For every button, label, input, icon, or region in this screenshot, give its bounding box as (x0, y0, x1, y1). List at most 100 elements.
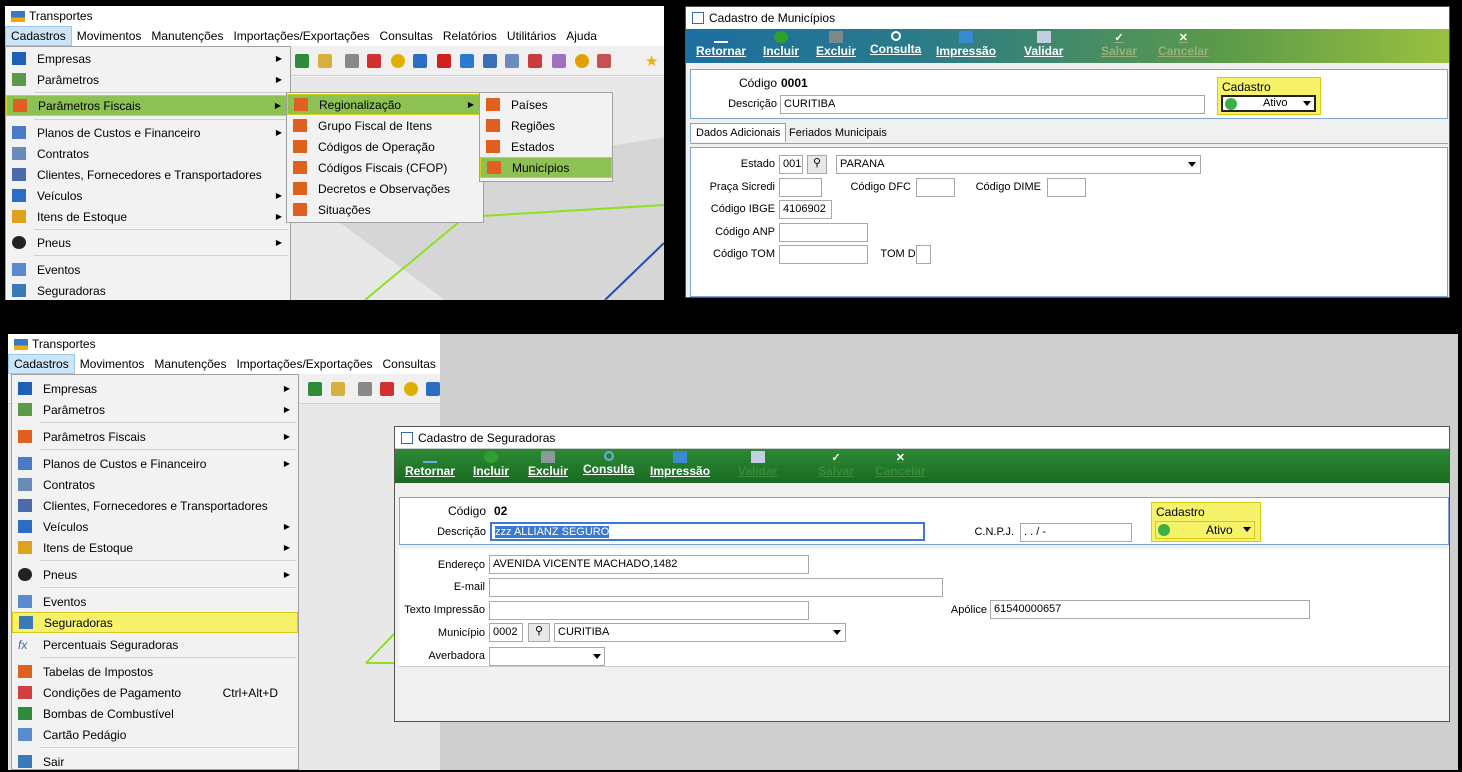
menu-manutencoes[interactable]: Manutenções (146, 27, 228, 45)
menu-item-clientes[interactable]: Clientes, Fornecedores e Transportadores (6, 164, 290, 185)
consulta-button[interactable]: Consulta (583, 451, 634, 476)
menu-consultas[interactable]: Consultas (378, 355, 440, 373)
submenu-item-cfop[interactable]: Códigos Fiscais (CFOP) (287, 157, 483, 178)
cancelar-button[interactable]: ✕ Cancelar (1158, 31, 1209, 58)
praca-input[interactable] (779, 178, 822, 197)
submenu-item-situacoes[interactable]: Situações (287, 199, 483, 220)
menu-utilitarios[interactable]: Utilitários (502, 27, 561, 45)
validar-button[interactable]: Validar (738, 451, 777, 478)
excluir-button[interactable]: Excluir (528, 451, 568, 478)
submenu-item-paises[interactable]: Países (480, 94, 612, 115)
menu-item-seguradoras[interactable]: Seguradoras (6, 280, 290, 300)
menu-consultas[interactable]: Consultas (375, 27, 438, 45)
menu-importacoes[interactable]: Importações/Exportações (231, 355, 377, 373)
menu-item-percentuais-seguradoras[interactable]: fx Percentuais Seguradoras (12, 634, 298, 655)
dime-input[interactable] (1047, 178, 1086, 197)
endereco-input[interactable]: AVENIDA VICENTE MACHADO,1482 (489, 555, 809, 574)
submenu-item-grupo-fiscal[interactable]: Grupo Fiscal de Itens (287, 115, 483, 136)
submenu-item-regionalizacao[interactable]: Regionalização ▶ (287, 94, 483, 115)
import-icon[interactable] (460, 54, 474, 68)
tom-input[interactable] (779, 245, 868, 264)
bus-icon[interactable] (413, 54, 427, 68)
menu-item-clientes[interactable]: Clientes, Fornecedores e Transportadores (12, 495, 298, 516)
tomdv-input[interactable] (916, 245, 931, 264)
menu-cadastros[interactable]: Cadastros (8, 354, 75, 374)
menu-item-tabelas-impostos[interactable]: Tabelas de Impostos (12, 661, 298, 682)
excluir-button[interactable]: Excluir (816, 31, 856, 58)
impressao-button[interactable]: Impressão (650, 451, 710, 478)
municipio-search-button[interactable]: ⚲ (528, 623, 550, 642)
document-icon[interactable] (345, 54, 359, 68)
menu-item-parametros-fiscais[interactable]: Parâmetros Fiscais ▶ (12, 426, 298, 447)
averbadora-select[interactable] (489, 647, 605, 666)
menu-item-pneus[interactable]: Pneus ▶ (6, 232, 290, 253)
calendar-icon[interactable] (528, 54, 542, 68)
road-icon[interactable] (318, 54, 332, 68)
menu-item-parametros[interactable]: Parâmetros ▶ (6, 69, 290, 90)
cnpj-input[interactable]: . . / - (1020, 523, 1132, 542)
email-input[interactable] (489, 578, 943, 597)
estado-search-button[interactable]: ⚲ (807, 155, 827, 174)
menu-item-empresas[interactable]: Empresas ▶ (12, 378, 298, 399)
menu-item-condicoes-pagamento[interactable]: Condições de Pagamento Ctrl+Alt+D (12, 682, 298, 703)
salvar-button[interactable]: ✓ Salvar (818, 451, 854, 478)
status-select[interactable]: Ativo (1155, 521, 1255, 539)
municipio-code-input[interactable]: 0002 (489, 623, 523, 642)
status-select[interactable]: Ativo (1221, 95, 1316, 112)
menu-item-veiculos[interactable]: Veículos ▶ (12, 516, 298, 537)
menu-item-parametros[interactable]: Parâmetros ▶ (12, 399, 298, 420)
cancelar-button[interactable]: ✕ Cancelar (875, 451, 926, 478)
tab-feriados-municipais[interactable]: Feriados Municipais (786, 125, 890, 141)
anp-input[interactable] (779, 223, 868, 242)
ibge-input[interactable]: 4106902 (779, 200, 832, 219)
menu-item-contratos[interactable]: Contratos (12, 474, 298, 495)
retornar-button[interactable]: Retornar (696, 31, 746, 58)
menu-item-sair[interactable]: Sair (12, 751, 298, 770)
menu-manutencoes[interactable]: Manutenções (149, 355, 231, 373)
pump-icon[interactable] (295, 54, 309, 68)
clock-icon[interactable] (391, 54, 405, 68)
menu-item-veiculos[interactable]: Veículos ▶ (6, 185, 290, 206)
pump-icon[interactable] (308, 382, 322, 396)
descricao-input[interactable]: zzz ALLIANZ SEGURO (490, 522, 925, 541)
estado-name-select[interactable]: PARANA (836, 155, 1201, 174)
incluir-button[interactable]: Incluir (473, 451, 509, 478)
menu-ajuda[interactable]: Ajuda (561, 27, 602, 45)
tool-icon[interactable] (367, 54, 381, 68)
apolice-input[interactable]: 61540000657 (990, 600, 1310, 619)
bus-icon[interactable] (426, 382, 440, 396)
menu-item-contratos[interactable]: Contratos (6, 143, 290, 164)
impressao-button[interactable]: Impressão (936, 31, 996, 58)
submenu-item-estados[interactable]: Estados (480, 136, 612, 157)
menu-item-parametros-fiscais[interactable]: Parâmetros Fiscais ▶ (6, 95, 290, 116)
municipio-name-select[interactable]: CURITIBA (554, 623, 846, 642)
menu-item-eventos[interactable]: Eventos (6, 259, 290, 280)
menu-cadastros[interactable]: Cadastros (5, 26, 72, 46)
calc-icon[interactable] (505, 54, 519, 68)
lock-icon[interactable] (575, 54, 589, 68)
submenu-item-regioes[interactable]: Regiões (480, 115, 612, 136)
validar-button[interactable]: Validar (1024, 31, 1063, 58)
favorite-star-icon[interactable]: ★ (645, 52, 658, 70)
menu-item-seguradoras[interactable]: Seguradoras (12, 612, 298, 633)
menu-item-bombas-combustivel[interactable]: Bombas de Combustível (12, 703, 298, 724)
menu-importacoes[interactable]: Importações/Exportações (228, 27, 374, 45)
submenu-item-codigos-operacao[interactable]: Códigos de Operação (287, 136, 483, 157)
menu-item-cartao-pedagio[interactable]: Cartão Pedágio (12, 724, 298, 745)
flag-icon[interactable] (437, 54, 451, 68)
tab-dados-adicionais[interactable]: Dados Adicionais (690, 123, 787, 142)
estado-code-input[interactable]: 001 (779, 155, 803, 174)
menu-item-eventos[interactable]: Eventos (12, 591, 298, 612)
retornar-button[interactable]: Retornar (405, 451, 455, 478)
menu-item-itens-estoque[interactable]: Itens de Estoque ▶ (12, 537, 298, 558)
incluir-button[interactable]: Incluir (763, 31, 799, 58)
consulta-button[interactable]: Consulta (870, 31, 921, 56)
submenu-item-decretos[interactable]: Decretos e Observações (287, 178, 483, 199)
menu-item-itens-estoque[interactable]: Itens de Estoque ▶ (6, 206, 290, 227)
menu-relatorios[interactable]: Relatórios (438, 27, 502, 45)
document-icon[interactable] (358, 382, 372, 396)
menu-movimentos[interactable]: Movimentos (75, 355, 150, 373)
submenu-item-municipios[interactable]: Municípios (480, 157, 612, 178)
menu-item-planos-custos[interactable]: Planos de Custos e Financeiro ▶ (12, 453, 298, 474)
road-icon[interactable] (331, 382, 345, 396)
